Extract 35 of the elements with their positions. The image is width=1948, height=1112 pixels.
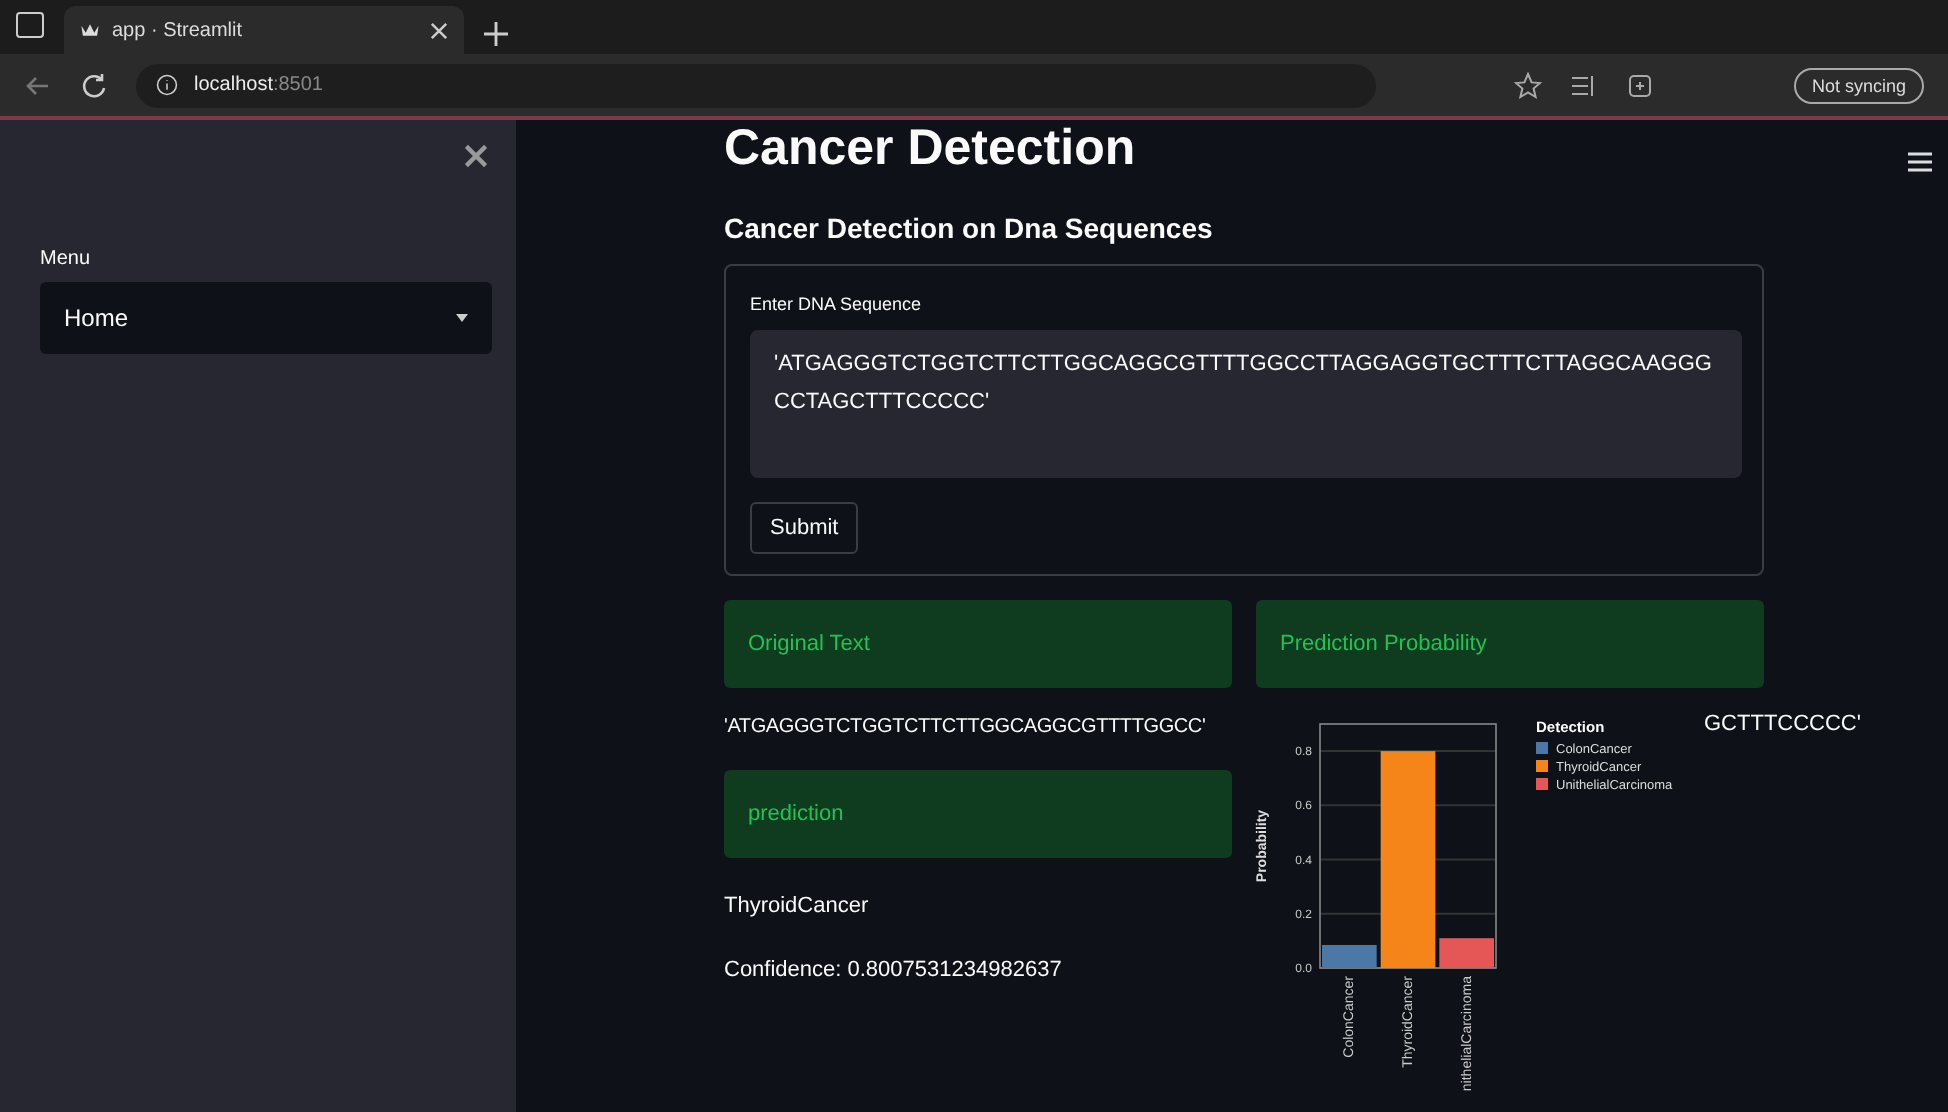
close-icon[interactable]	[430, 21, 448, 40]
star-icon[interactable]	[1514, 71, 1543, 100]
original-text-card: Original Text	[724, 600, 1232, 688]
reload-icon[interactable]	[80, 71, 108, 100]
menu-icon[interactable]	[1908, 152, 1932, 172]
menu-label: Menu	[40, 248, 93, 270]
new-tab-icon[interactable]	[484, 22, 508, 47]
confidence-text: Confidence: 0.8007531234982637	[724, 958, 1064, 982]
favorites-icon[interactable]	[1570, 71, 1599, 100]
dna-input-field[interactable]: 'ATGAGGGTCTGGTCTTCTTGGCAGGCGTTTTGGCCTTAGGAGGTGCTTTCTTAGGCAAGGGCCTAGCTTTCCCCC'	[750, 330, 1742, 478]
section-heading: Cancer Detection on Dna Sequences	[724, 212, 1215, 244]
legend-swatch	[1536, 760, 1548, 772]
prediction-result: ThyroidCancer	[724, 894, 871, 918]
browser-tab[interactable]: app · Streamlit	[64, 6, 464, 55]
prediction-card: prediction	[724, 770, 1232, 858]
caret-icon	[456, 314, 468, 322]
close-icon[interactable]	[464, 144, 488, 168]
tab-actions-icon[interactable]	[16, 12, 44, 39]
bar	[1322, 944, 1377, 968]
probability-card: Prediction Probability	[1256, 600, 1764, 688]
submit-button[interactable]: Submit	[750, 502, 859, 554]
legend-swatch	[1536, 742, 1548, 754]
back-icon[interactable]	[24, 71, 52, 100]
menu-select[interactable]: Home	[40, 282, 492, 354]
original-text: 'ATGAGGGTCTGGTCTTCTTGGCAGGCGTTTTGGCC'	[724, 716, 1206, 738]
sync-button[interactable]: Not syncing	[1793, 67, 1924, 104]
info-icon[interactable]	[156, 74, 178, 97]
address-bar[interactable]: localhost:8501	[136, 63, 1376, 108]
collections-icon[interactable]	[1626, 71, 1655, 100]
page-title: Cancer Detection	[724, 120, 1138, 176]
text-fragment: GCTTTCCCCC'	[1704, 712, 1861, 740]
field-label: Enter DNA Sequence	[750, 294, 924, 314]
crown-icon	[80, 20, 100, 41]
bar	[1439, 938, 1494, 968]
legend-swatch	[1536, 778, 1548, 790]
